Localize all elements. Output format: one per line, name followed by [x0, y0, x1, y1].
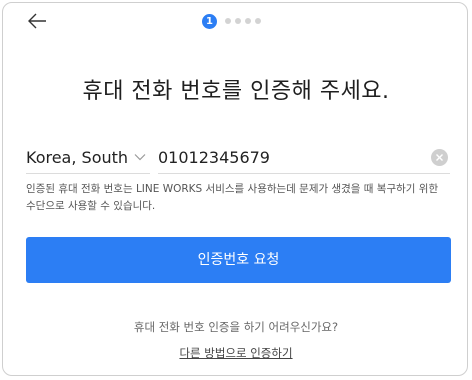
phone-number-value: 01012345679	[158, 147, 270, 167]
step-dot	[225, 18, 231, 24]
country-select[interactable]: Korea, South	[26, 141, 150, 174]
step-current: 1	[202, 13, 217, 29]
phone-number-field[interactable]: 01012345679	[158, 141, 450, 174]
country-value: Korea, South	[26, 147, 129, 167]
clear-icon[interactable]	[431, 148, 448, 166]
alt-method-link[interactable]: 다른 방법으로 인증하기	[179, 346, 292, 360]
step-dot	[255, 18, 261, 24]
help-question: 휴대 전화 번호 인증을 하기 어려우신가요?	[133, 320, 339, 334]
step-dot	[235, 18, 241, 24]
step-dot	[245, 18, 251, 24]
back-button[interactable]	[26, 10, 48, 32]
step-indicator: 1	[202, 13, 261, 29]
arrow-left-icon	[28, 13, 46, 29]
page-title: 휴대 전화 번호를 인증해 주세요.	[82, 79, 390, 104]
request-code-button[interactable]: 인증번호 요청	[26, 237, 451, 283]
chevron-down-icon	[134, 153, 146, 161]
notice-text: 인증된 휴대 전화 번호는 LINE WORKS 서비스를 사용하는데 문제가 …	[26, 183, 439, 212]
alt-method-link-wrap: 다른 방법으로 인증하기	[0, 345, 472, 361]
